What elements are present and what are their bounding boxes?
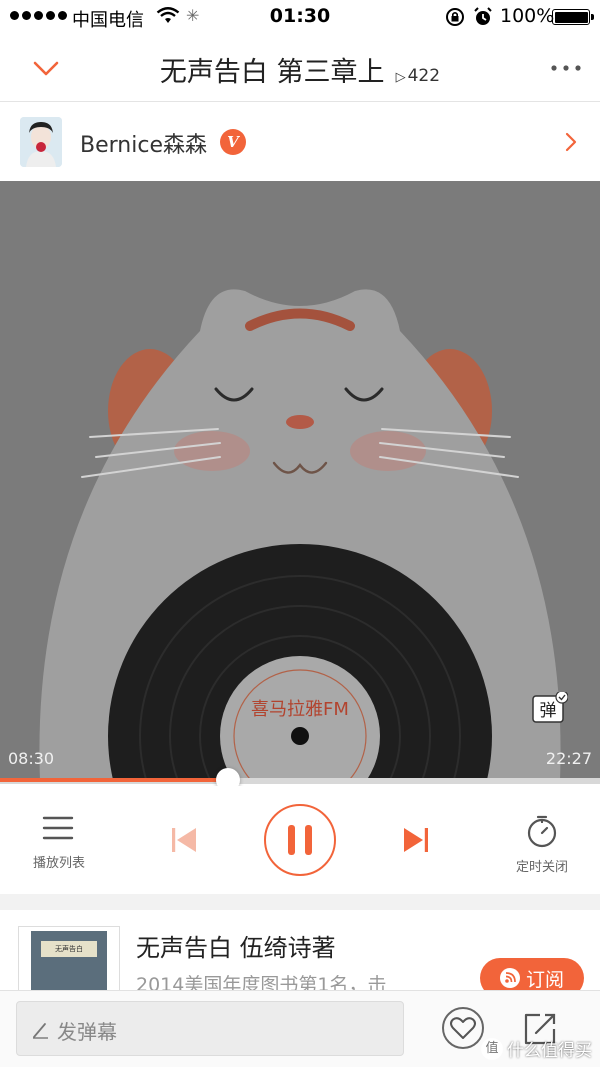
pause-button[interactable] <box>264 804 336 876</box>
album-title[interactable]: 无声告白 伍绮诗著 <box>136 928 336 963</box>
playback-controls: 播放列表 定时关闭 <box>0 786 600 894</box>
danmu-input[interactable]: 发弹幕 <box>16 1001 404 1056</box>
pause-icon <box>288 825 312 855</box>
book-cover-title: 无声告白 <box>41 941 97 957</box>
danmu-toggle-text: 弹 <box>540 701 557 721</box>
battery-percentage: 100% <box>500 5 555 27</box>
watermark-text: 什么值得买 <box>507 1041 592 1061</box>
alarm-icon <box>472 6 494 33</box>
status-bar: 中国电信 ✳ 01:30 100% <box>0 0 600 34</box>
heart-icon <box>450 1017 476 1039</box>
skip-forward-icon <box>404 828 428 852</box>
author-row[interactable]: Bernice森森 V <box>0 103 600 181</box>
danmu-placeholder: 发弹幕 <box>57 1020 117 1044</box>
book-cover: 无声告白 <box>31 931 107 990</box>
progress-fill <box>0 778 228 782</box>
playlist-button[interactable]: 播放列表 <box>26 814 92 871</box>
album-card[interactable]: 无声告白 无声告白 伍绮诗著 2014美国年度图书第1名，击 订阅 <box>0 910 600 990</box>
play-count-value: 422 <box>407 66 441 86</box>
track-title: 无声告白 第三章上 <box>159 57 385 88</box>
section-divider <box>0 894 600 910</box>
author-name[interactable]: Bernice森森 <box>80 127 207 159</box>
track-title-group: 无声告白 第三章上 ▷ 422 <box>0 50 600 89</box>
chevron-right-icon[interactable] <box>564 131 578 153</box>
play-count-icon: ▷ <box>395 70 406 85</box>
playlist-label: 播放列表 <box>32 856 85 871</box>
watermark: 值 什么值得买 <box>481 1036 592 1061</box>
cover-art: 喜马拉雅FM 08:30 22:27 弹 <box>0 181 600 780</box>
elapsed-time: 08:30 <box>8 749 55 768</box>
stopwatch-icon <box>527 815 557 848</box>
subscribe-label: 订阅 <box>525 968 564 991</box>
like-button[interactable] <box>442 1007 484 1049</box>
verified-badge: V <box>220 129 246 155</box>
pencil-icon <box>33 1023 48 1039</box>
sleep-timer-button[interactable]: 定时关闭 <box>504 814 580 875</box>
total-duration: 22:27 <box>545 749 592 768</box>
album-description: 2014美国年度图书第1名，击 <box>136 974 387 990</box>
play-count: ▷ 422 <box>396 66 440 86</box>
progress-bar[interactable] <box>0 768 600 792</box>
rss-icon <box>499 968 520 988</box>
avatar[interactable] <box>20 117 62 167</box>
danmu-toggle-button[interactable]: 弹 <box>532 690 569 728</box>
battery-icon <box>552 9 594 25</box>
more-button[interactable] <box>548 56 584 80</box>
subscribe-button[interactable]: 订阅 <box>480 958 584 990</box>
bottom-bar: 发弹幕 值 什么值得买 <box>0 990 600 1067</box>
more-dots-icon <box>551 65 581 71</box>
cat-record-illustration: 喜马拉雅FM <box>39 289 561 780</box>
album-thumbnail[interactable]: 无声告白 <box>18 926 120 990</box>
skip-back-icon <box>172 828 196 852</box>
rotation-lock-icon <box>444 6 466 33</box>
previous-button[interactable] <box>168 824 200 856</box>
sleep-timer-label: 定时关闭 <box>515 860 568 875</box>
next-button[interactable] <box>400 824 432 856</box>
watermark-icon: 值 <box>481 1037 503 1060</box>
title-bar: 无声告白 第三章上 ▷ 422 <box>0 34 600 102</box>
cover-brand: 喜马拉雅FM <box>251 699 349 720</box>
danmu-toggle-icon: 弹 <box>532 690 569 723</box>
list-icon <box>42 816 74 840</box>
